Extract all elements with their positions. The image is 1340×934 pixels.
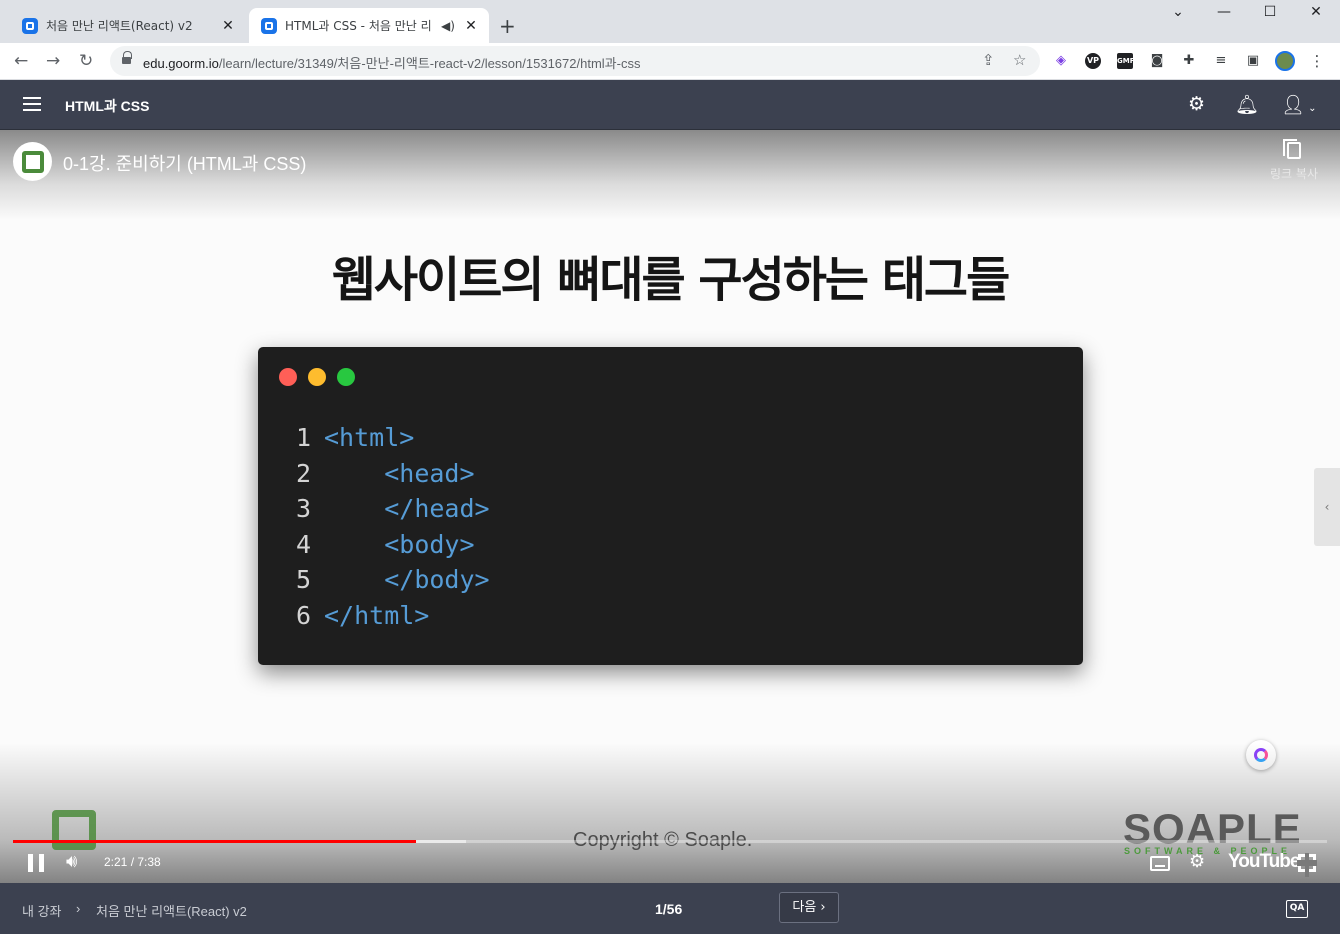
goorm-favicon-icon	[261, 17, 277, 34]
close-tab-icon[interactable]: ✕	[220, 18, 236, 34]
back-arrow-icon[interactable]: ←	[14, 51, 28, 71]
vpn-ext-icon[interactable]: VP	[1085, 53, 1101, 69]
subtitles-icon[interactable]	[1150, 856, 1170, 871]
lesson-footer: 내 강좌 › 처음 만난 리액트(React) v2 1/56 다음 › QA	[0, 883, 1340, 934]
minimize-button[interactable]: —	[1201, 4, 1247, 26]
lesson-title: HTML과 CSS	[65, 98, 150, 114]
camera-icon[interactable]: ◙	[1149, 53, 1165, 69]
window-dot-red	[279, 368, 297, 386]
kebab-menu-icon[interactable]: ⋮	[1309, 53, 1325, 69]
browser-tab-strip: 처음 만난 리액트(React) v2 ✕ HTML과 CSS - 처음 만난 …	[0, 0, 1340, 43]
url-host: edu.goorm.io	[143, 56, 219, 71]
hamburger-menu-icon[interactable]	[23, 97, 41, 111]
profile-avatar[interactable]	[1275, 51, 1295, 71]
gmp-ext-icon[interactable]: GMP	[1117, 53, 1135, 69]
breadcrumb-separator: ›	[76, 901, 81, 916]
forward-arrow-icon[interactable]: →	[46, 51, 60, 71]
settings-gear-icon[interactable]: ⚙	[1188, 93, 1205, 115]
line-number: 4	[296, 529, 312, 559]
channel-logo[interactable]	[13, 142, 52, 181]
reload-icon[interactable]: ↻	[79, 51, 93, 71]
maximize-button[interactable]: ☐	[1247, 4, 1293, 26]
tab-title: 처음 만난 리액트(React) v2	[46, 19, 193, 33]
code-line: 2 <head>	[296, 456, 490, 492]
line-number: 5	[296, 565, 312, 594]
side-panel-toggle[interactable]: ‹	[1314, 468, 1340, 546]
tab-search-icon[interactable]: ⌄	[1155, 4, 1201, 26]
chevron-down-icon: ⌄	[1308, 103, 1317, 114]
close-tab-icon[interactable]: ✕	[463, 18, 479, 34]
goorm-favicon-icon	[22, 17, 38, 34]
slide-heading: 웹사이트의 뼈대를 구성하는 태그들	[331, 252, 1011, 308]
clickup-ext-icon[interactable]: ◈	[1053, 53, 1069, 69]
next-lesson-button[interactable]: 다음 ›	[779, 892, 839, 923]
progress-played	[13, 840, 417, 843]
sidepanel-icon[interactable]: ▣	[1245, 53, 1261, 69]
settings-gear-icon[interactable]: ⚙	[1189, 851, 1205, 872]
code-line: 6 </html>	[296, 598, 490, 634]
line-number: 1	[296, 423, 312, 452]
code-tag: <html>	[324, 423, 415, 452]
close-window-button[interactable]: ✕	[1293, 4, 1339, 26]
window-dot-yellow	[308, 368, 326, 386]
puzzle-icon[interactable]: ✚	[1181, 53, 1197, 69]
tab-title: HTML과 CSS - 처음 만난 리	[285, 19, 432, 33]
video-player[interactable]: 웹사이트의 뼈대를 구성하는 태그들 1 <html> 2 <head> 3 </…	[0, 130, 1340, 883]
code-window: 1 <html> 2 <head> 3 </head> 4 <body> 5 </…	[258, 347, 1083, 665]
line-number: 3	[296, 494, 312, 523]
code-line: 1 <html>	[296, 420, 490, 456]
chevron-left-icon: ‹	[1324, 500, 1330, 514]
browser-tab-react-course[interactable]: 처음 만난 리액트(React) v2 ✕	[10, 8, 246, 43]
volume-icon[interactable]: 🔊︎	[66, 851, 77, 872]
copy-link-button[interactable]: 링크 복사	[1270, 139, 1318, 182]
page-indicator: 1/56	[655, 901, 683, 917]
code-line: 3 </head>	[296, 491, 490, 527]
pause-icon[interactable]	[28, 854, 44, 872]
user-profile-icon[interactable]: 👤︎ ⌄	[1281, 93, 1317, 116]
breadcrumb-my-courses[interactable]: 내 강좌	[22, 901, 62, 920]
url-text[interactable]: edu.goorm.io/learn/lecture/31349/처음-만난-리…	[143, 53, 640, 72]
code-tag: </html>	[324, 600, 430, 630]
soaple-logo-icon	[21, 150, 44, 173]
browser-tab-html-css[interactable]: HTML과 CSS - 처음 만난 리 ◀) ✕	[249, 8, 489, 43]
youtube-logo[interactable]: YouTube	[1228, 851, 1300, 873]
code-tag: <head>	[384, 458, 475, 488]
qa-icon[interactable]: QA	[1286, 900, 1308, 918]
copy-link-label: 링크 복사	[1270, 167, 1318, 181]
notification-bell-icon[interactable]: 🔔︎	[1235, 93, 1259, 116]
code-lines: 1 <html> 2 <head> 3 </head> 4 <body> 5 </…	[296, 420, 490, 633]
new-tab-button[interactable]: +	[499, 14, 516, 38]
line-number: 6	[296, 600, 312, 630]
window-dot-green	[337, 368, 355, 386]
star-icon[interactable]: ☆	[1013, 51, 1026, 69]
fullscreen-icon[interactable]	[1297, 853, 1317, 877]
line-number: 2	[296, 458, 312, 488]
video-title[interactable]: 0-1강. 준비하기 (HTML과 CSS)	[63, 150, 306, 176]
code-tag: <body>	[384, 529, 475, 559]
media-icon[interactable]: ≡	[1213, 53, 1229, 69]
browser-toolbar: ← → ↻ edu.goorm.io/learn/lecture/31349/처…	[0, 43, 1340, 80]
audio-playing-icon[interactable]: ◀)	[441, 19, 455, 33]
code-tag: </body>	[384, 565, 490, 594]
share-icon[interactable]: ⇪	[982, 51, 995, 69]
lock-icon[interactable]	[122, 51, 132, 65]
code-line: 5 </body>	[296, 562, 490, 598]
code-tag: </head>	[384, 494, 490, 523]
address-bar[interactable]: edu.goorm.io/learn/lecture/31349/처음-만난-리…	[110, 46, 1040, 76]
progress-bar[interactable]	[13, 840, 1327, 843]
time-display: 2:21 / 7:38	[104, 855, 161, 869]
url-path: /learn/lecture/31349/처음-만난-리액트-react-v2/…	[218, 56, 641, 71]
lecture-header: HTML과 CSS ⚙ 🔔︎ 👤︎ ⌄	[0, 80, 1340, 130]
breadcrumb-course[interactable]: 처음 만난 리액트(React) v2	[96, 901, 247, 920]
copy-icon	[1283, 139, 1301, 159]
soaple-watermark-icon	[52, 810, 96, 850]
code-line: 4 <body>	[296, 527, 490, 563]
